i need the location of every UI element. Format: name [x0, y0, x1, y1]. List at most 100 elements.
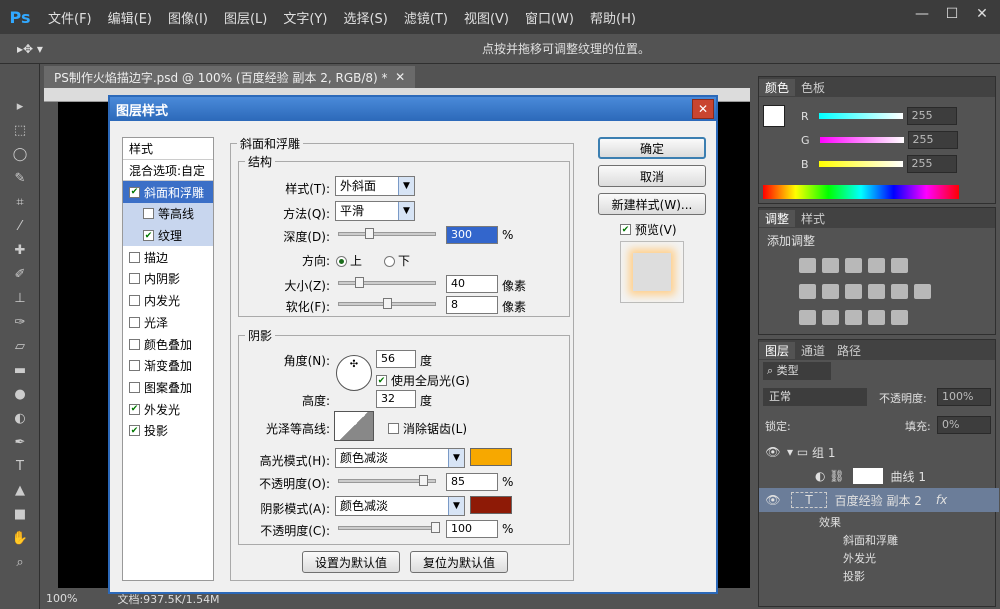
shape-icon[interactable]: ■: [0, 502, 40, 526]
style-item[interactable]: 等高线: [123, 203, 213, 225]
eraser-icon[interactable]: ▱: [0, 334, 40, 358]
style-item[interactable]: 内阴影: [123, 268, 213, 290]
menu-item[interactable]: 选择(S): [335, 8, 395, 27]
close-window-icon[interactable]: ✕: [970, 4, 994, 24]
menu-item[interactable]: 文字(Y): [275, 8, 335, 27]
global-light-checkbox[interactable]: ✔ 使用全局光(G): [376, 372, 470, 389]
invert-icon[interactable]: [799, 310, 816, 325]
style-checkbox[interactable]: ✔: [129, 425, 140, 437]
history-brush-icon[interactable]: ✑: [0, 310, 40, 334]
opacity-value[interactable]: 100%: [937, 388, 991, 406]
tab-layers[interactable]: 图层: [759, 341, 796, 359]
menu-item[interactable]: 图像(I): [160, 8, 216, 27]
style-checkbox[interactable]: [129, 381, 140, 393]
brightness-icon[interactable]: [799, 258, 816, 273]
threshold-icon[interactable]: [845, 310, 862, 325]
minimize-icon[interactable]: —: [910, 4, 934, 24]
size-slider[interactable]: [338, 277, 436, 288]
type-icon[interactable]: T: [0, 454, 40, 478]
direction-up-radio[interactable]: 上: [336, 252, 362, 269]
maximize-icon[interactable]: ☐: [940, 4, 964, 24]
style-item[interactable]: 颜色叠加: [123, 333, 213, 355]
g-value[interactable]: 255: [907, 131, 958, 149]
layer-text-copy[interactable]: 👁 T 百度经验 副本 2 fx: [759, 488, 999, 512]
eyedropper-icon[interactable]: ⁄: [0, 214, 40, 238]
zoom-level[interactable]: 100%: [44, 592, 77, 605]
bevel-style-select[interactable]: 外斜面 ▼: [335, 176, 415, 196]
dodge-icon[interactable]: ◐: [0, 406, 40, 430]
technique-select[interactable]: 平滑 ▼: [335, 201, 415, 221]
anti-alias-checkbox[interactable]: 消除锯齿(L): [388, 420, 467, 437]
tab-swatches[interactable]: 色板: [795, 79, 831, 96]
b-slider[interactable]: [818, 161, 903, 167]
shadow-mode-select[interactable]: 颜色减淡 ▼: [335, 496, 465, 516]
direction-down-radio[interactable]: 下: [384, 252, 410, 269]
blur-icon[interactable]: ●: [0, 382, 40, 406]
new-style-button[interactable]: 新建样式(W)...: [598, 193, 706, 215]
fx-icon[interactable]: fx: [936, 493, 947, 507]
style-item[interactable]: 渐变叠加: [123, 355, 213, 377]
style-checkbox[interactable]: [129, 251, 140, 263]
style-item[interactable]: ✔ 纹理: [123, 224, 213, 247]
menu-item[interactable]: 视图(V): [456, 8, 517, 27]
healing-icon[interactable]: ✚: [0, 238, 40, 262]
fill-value[interactable]: 0%: [937, 416, 991, 434]
menu-item[interactable]: 窗口(W): [517, 8, 582, 27]
style-item[interactable]: ✔ 外发光: [123, 398, 213, 420]
lasso-icon[interactable]: ◯: [0, 142, 40, 166]
zoom-icon[interactable]: ⌕: [0, 550, 40, 574]
soften-slider[interactable]: [338, 298, 436, 309]
highlight-color-swatch[interactable]: [470, 448, 512, 466]
style-item[interactable]: 内发光: [123, 290, 213, 312]
hue-icon[interactable]: [799, 284, 816, 299]
r-slider[interactable]: [818, 113, 903, 119]
g-slider[interactable]: [819, 137, 904, 143]
tab-adjustments[interactable]: 调整: [759, 209, 796, 227]
style-checkbox[interactable]: [143, 208, 154, 220]
hand-icon[interactable]: ✋: [0, 526, 40, 550]
gradient-icon[interactable]: ▬: [0, 358, 40, 382]
pen-icon[interactable]: ✒: [0, 430, 40, 454]
preview-checkbox[interactable]: ✔ 预览(V): [620, 221, 677, 238]
layer-curves[interactable]: ◐ ⛓ 曲线 1: [759, 464, 999, 488]
highlight-mode-select[interactable]: 颜色减淡 ▼: [335, 448, 465, 468]
soften-slider-knob[interactable]: [383, 298, 392, 309]
altitude-input[interactable]: 32: [376, 390, 416, 408]
selective-icon[interactable]: [891, 310, 908, 325]
brush-icon[interactable]: ✐: [0, 262, 40, 286]
gloss-contour-picker[interactable]: [334, 411, 374, 441]
exposure-icon[interactable]: [868, 258, 885, 273]
document-tab[interactable]: PS制作火焰描边字.psd @ 100% (百度经验 副本 2, RGB/8) …: [44, 66, 416, 88]
quick-select-icon[interactable]: ✎: [0, 166, 40, 190]
move-tool-icon[interactable]: ▸✥ ▾: [0, 42, 60, 56]
shadow-opacity-input[interactable]: 100: [446, 520, 498, 538]
shadow-opacity-knob[interactable]: [431, 522, 440, 533]
tab-styles[interactable]: 样式: [795, 210, 831, 227]
path-select-icon[interactable]: ▲: [0, 478, 40, 502]
stamp-icon[interactable]: ⊥: [0, 286, 40, 310]
highlight-opacity-knob[interactable]: [419, 475, 428, 486]
gradient-map-icon[interactable]: [868, 310, 885, 325]
style-item[interactable]: 图案叠加: [123, 377, 213, 399]
style-item[interactable]: 混合选项:自定: [123, 160, 213, 182]
style-item[interactable]: ✔ 投影: [123, 420, 213, 442]
dialog-close-button[interactable]: ✕: [692, 99, 714, 119]
cancel-button[interactable]: 取消: [598, 165, 706, 187]
spectrum-bar[interactable]: [763, 185, 959, 199]
highlight-opacity-slider[interactable]: [338, 475, 436, 486]
style-item[interactable]: 光泽: [123, 312, 213, 334]
style-checkbox[interactable]: ✔: [129, 186, 140, 198]
depth-slider[interactable]: [338, 228, 436, 239]
style-checkbox[interactable]: ✔: [129, 403, 140, 415]
tab-paths[interactable]: 路径: [831, 342, 867, 359]
menu-item[interactable]: 帮助(H): [582, 8, 644, 27]
reset-default-button[interactable]: 复位为默认值: [410, 551, 508, 573]
b-value[interactable]: 255: [906, 155, 957, 173]
vibrance-icon[interactable]: [891, 258, 908, 273]
style-checkbox[interactable]: [129, 273, 140, 285]
menu-item[interactable]: 滤镜(T): [396, 8, 456, 27]
make-default-button[interactable]: 设置为默认值: [302, 551, 400, 573]
tab-channels[interactable]: 通道: [795, 342, 831, 359]
soften-input[interactable]: 8: [446, 296, 498, 314]
menu-item[interactable]: 编辑(E): [100, 8, 160, 27]
